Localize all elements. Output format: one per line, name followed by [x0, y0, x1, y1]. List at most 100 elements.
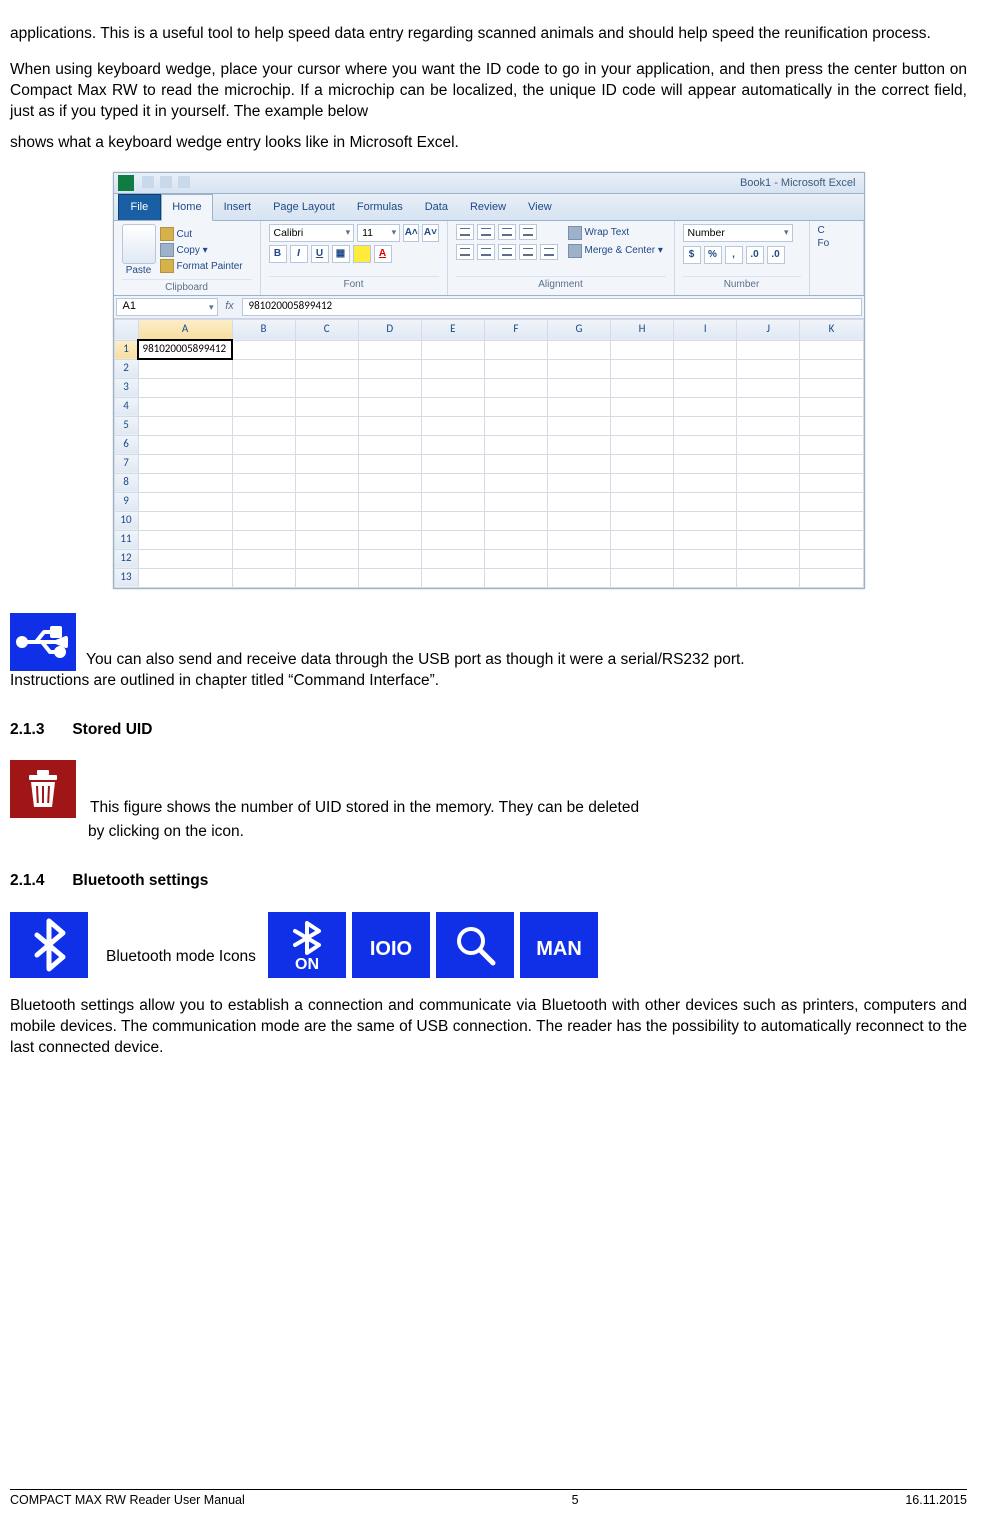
- cell[interactable]: [611, 568, 674, 587]
- cell[interactable]: [611, 435, 674, 454]
- cell[interactable]: [611, 340, 674, 359]
- cell[interactable]: [674, 454, 737, 473]
- cell[interactable]: [421, 416, 484, 435]
- cell[interactable]: [800, 473, 863, 492]
- cell[interactable]: [358, 378, 421, 397]
- cell[interactable]: [547, 511, 610, 530]
- cell[interactable]: [547, 340, 610, 359]
- row-header[interactable]: 2: [114, 359, 138, 378]
- cell[interactable]: [295, 530, 358, 549]
- cell[interactable]: [800, 511, 863, 530]
- cell[interactable]: [232, 549, 295, 568]
- cell[interactable]: [421, 397, 484, 416]
- cell[interactable]: [232, 473, 295, 492]
- cell[interactable]: [737, 340, 800, 359]
- col-header-f[interactable]: F: [484, 319, 547, 340]
- cell[interactable]: [484, 340, 547, 359]
- increase-indent-button[interactable]: [540, 244, 558, 260]
- border-button[interactable]: ▦: [332, 245, 350, 263]
- cell[interactable]: [737, 416, 800, 435]
- cell[interactable]: [232, 511, 295, 530]
- cell[interactable]: [737, 378, 800, 397]
- col-header-i[interactable]: I: [674, 319, 737, 340]
- cell[interactable]: [295, 511, 358, 530]
- row-header[interactable]: 7: [114, 454, 138, 473]
- cell[interactable]: [547, 435, 610, 454]
- cell[interactable]: [737, 568, 800, 587]
- cell[interactable]: [138, 530, 232, 549]
- cell[interactable]: [484, 359, 547, 378]
- cell[interactable]: [358, 397, 421, 416]
- cell[interactable]: [232, 435, 295, 454]
- cell[interactable]: [737, 454, 800, 473]
- cell[interactable]: [674, 530, 737, 549]
- excel-tab-review[interactable]: Review: [459, 194, 517, 220]
- cell[interactable]: [674, 416, 737, 435]
- select-all-corner[interactable]: [114, 319, 138, 340]
- col-header-b[interactable]: B: [232, 319, 295, 340]
- cell[interactable]: [421, 340, 484, 359]
- decrease-decimal-button[interactable]: .0: [767, 246, 785, 264]
- cell[interactable]: [800, 435, 863, 454]
- cell[interactable]: [611, 378, 674, 397]
- row-header[interactable]: 1: [114, 340, 138, 359]
- cell[interactable]: [232, 397, 295, 416]
- cell[interactable]: [358, 435, 421, 454]
- cell[interactable]: [674, 549, 737, 568]
- cell[interactable]: [421, 511, 484, 530]
- italic-button[interactable]: I: [290, 245, 308, 263]
- cell[interactable]: [611, 549, 674, 568]
- cell[interactable]: [358, 454, 421, 473]
- cell[interactable]: [800, 340, 863, 359]
- row-header[interactable]: 6: [114, 435, 138, 454]
- excel-tab-page-layout[interactable]: Page Layout: [262, 194, 346, 220]
- copy-icon[interactable]: [160, 243, 174, 257]
- cell[interactable]: [547, 549, 610, 568]
- cell[interactable]: [484, 511, 547, 530]
- cell[interactable]: [138, 511, 232, 530]
- cell[interactable]: [232, 454, 295, 473]
- cell[interactable]: [138, 568, 232, 587]
- cell[interactable]: [800, 530, 863, 549]
- cell[interactable]: [232, 378, 295, 397]
- cut-icon[interactable]: [160, 227, 174, 241]
- cell[interactable]: [547, 492, 610, 511]
- cell[interactable]: [421, 378, 484, 397]
- cell[interactable]: [674, 359, 737, 378]
- cell[interactable]: [611, 359, 674, 378]
- cell[interactable]: [737, 511, 800, 530]
- cell[interactable]: [295, 378, 358, 397]
- underline-button[interactable]: U: [311, 245, 329, 263]
- font-name-combo[interactable]: Calibri: [269, 224, 355, 242]
- row-header[interactable]: 13: [114, 568, 138, 587]
- cell[interactable]: [547, 473, 610, 492]
- cell[interactable]: [737, 359, 800, 378]
- cell[interactable]: [547, 454, 610, 473]
- cell[interactable]: [484, 530, 547, 549]
- cell[interactable]: 981020005899412: [138, 340, 232, 359]
- font-size-combo[interactable]: 11: [357, 224, 400, 242]
- excel-tab-formulas[interactable]: Formulas: [346, 194, 414, 220]
- col-header-d[interactable]: D: [358, 319, 421, 340]
- excel-tab-data[interactable]: Data: [414, 194, 459, 220]
- cell[interactable]: [138, 435, 232, 454]
- cell[interactable]: [547, 416, 610, 435]
- bold-button[interactable]: B: [269, 245, 287, 263]
- cell[interactable]: [232, 530, 295, 549]
- excel-file-tab[interactable]: File: [118, 194, 162, 220]
- cell[interactable]: [484, 435, 547, 454]
- align-right-button[interactable]: [498, 244, 516, 260]
- cell[interactable]: [232, 492, 295, 511]
- cell[interactable]: [358, 530, 421, 549]
- percent-button[interactable]: %: [704, 246, 722, 264]
- cell[interactable]: [138, 416, 232, 435]
- cell[interactable]: [800, 492, 863, 511]
- cell[interactable]: [611, 416, 674, 435]
- cell[interactable]: [295, 359, 358, 378]
- cell[interactable]: [737, 530, 800, 549]
- cell[interactable]: [421, 359, 484, 378]
- cell[interactable]: [611, 454, 674, 473]
- cell[interactable]: [674, 435, 737, 454]
- currency-button[interactable]: $: [683, 246, 701, 264]
- cell[interactable]: [358, 473, 421, 492]
